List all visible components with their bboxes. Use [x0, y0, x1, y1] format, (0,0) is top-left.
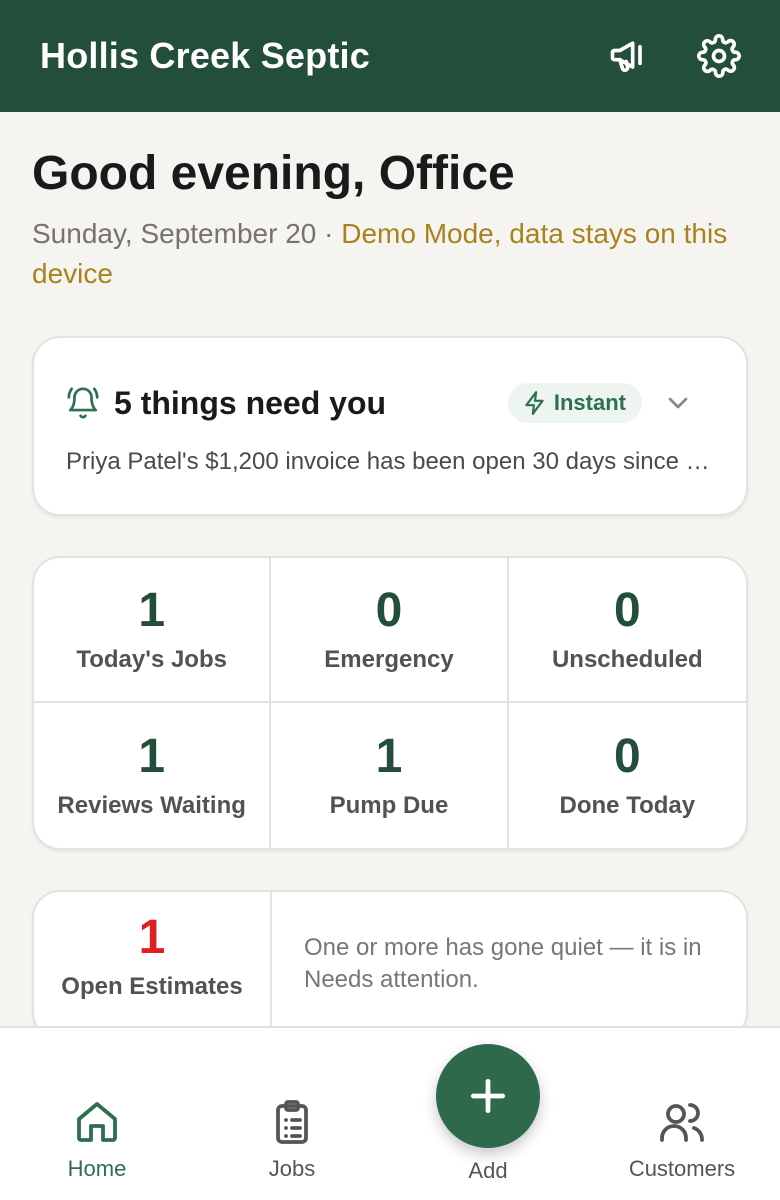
stat-todays-jobs[interactable]: 1 Today's Jobs	[34, 558, 272, 703]
nav-home-label: Home	[67, 1156, 127, 1181]
greeting-title: Good evening, Office	[32, 147, 515, 200]
stat-reviews-waiting[interactable]: 1 Reviews Waiting	[34, 703, 272, 848]
bell-icon	[67, 387, 99, 419]
stat-label: Reviews Waiting	[57, 791, 246, 819]
add-button[interactable]	[436, 1044, 540, 1148]
needs-attention-summary: Priya Patel's $1,200 invoice has been op…	[66, 448, 712, 475]
stat-value: 0	[613, 583, 641, 637]
stat-value: 1	[375, 729, 403, 783]
nav-jobs-label: Jobs	[268, 1156, 316, 1181]
needs-attention-card[interactable]: 5 things need you Instant Priya Patel's …	[32, 336, 748, 516]
nav-jobs[interactable]: Jobs	[212, 1098, 372, 1182]
announcements-button[interactable]	[606, 33, 652, 79]
stat-label: Unscheduled	[551, 645, 703, 673]
stat-label: Emergency	[324, 645, 454, 673]
open-estimates-label: Open Estimates	[61, 973, 243, 1000]
stat-label: Pump Due	[329, 791, 449, 819]
bottom-navigation: Home Jobs Add Customers	[0, 1026, 780, 1200]
plus-icon	[470, 1078, 506, 1114]
open-estimates-stat[interactable]: 1 Open Estimates	[34, 892, 272, 1038]
subline-separator: ·	[316, 218, 342, 249]
open-estimates-value: 1	[138, 911, 166, 964]
stat-emergency[interactable]: 0 Emergency	[271, 558, 509, 703]
stat-label: Today's Jobs	[76, 645, 227, 673]
nav-customers-label: Customers	[628, 1156, 736, 1181]
nav-customers[interactable]: Customers	[602, 1098, 762, 1182]
instant-badge-label: Instant	[553, 390, 626, 415]
app-bar-actions	[606, 33, 742, 79]
home-icon	[77, 1102, 117, 1142]
stat-value: 1	[138, 583, 166, 637]
stat-unscheduled[interactable]: 0 Unscheduled	[508, 558, 746, 703]
open-estimates-note: One or more has gone quiet — it is in Ne…	[304, 934, 702, 993]
settings-button[interactable]	[696, 33, 742, 79]
nav-home[interactable]: Home	[17, 1098, 177, 1182]
stat-value: 0	[375, 583, 403, 637]
stat-value: 1	[138, 729, 166, 783]
instant-badge: Instant	[507, 383, 642, 423]
current-date: Sunday, September 20	[32, 218, 317, 249]
needs-attention-title: 5 things need you	[114, 384, 387, 421]
open-estimates-card: 1 Open Estimates One or more has gone qu…	[32, 890, 748, 1040]
gear-icon	[697, 34, 741, 78]
chevron-down-icon[interactable]	[662, 387, 694, 419]
lightning-icon	[525, 391, 544, 415]
stat-done-today[interactable]: 0 Done Today	[509, 703, 746, 848]
stat-value: 0	[613, 729, 641, 783]
nav-add-label: Add	[468, 1158, 508, 1183]
main-content: Good evening, Office Sunday, September 2…	[32, 112, 748, 1040]
app-title: Hollis Creek Septic	[40, 35, 370, 76]
stats-grid: 1 Today's Jobs 0 Emergency 0 Unscheduled…	[32, 556, 748, 850]
megaphone-icon	[610, 41, 642, 73]
app-bar: Hollis Creek Septic	[0, 0, 780, 112]
clipboard-list-icon	[276, 1100, 308, 1144]
stat-pump-due[interactable]: 1 Pump Due	[271, 703, 509, 848]
greeting-subline: Sunday, September 20 · Demo Mode, data s…	[32, 214, 748, 294]
users-icon	[660, 1103, 704, 1142]
stat-label: Done Today	[559, 791, 696, 819]
